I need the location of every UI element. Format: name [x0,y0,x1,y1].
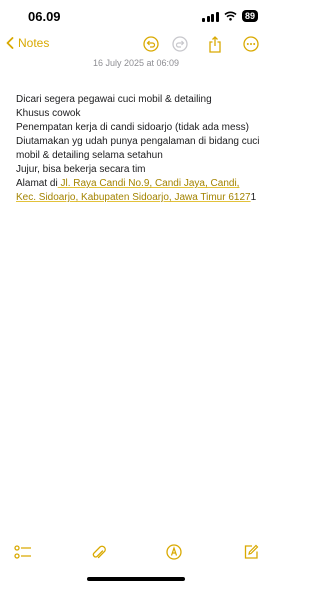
note-line: Khusus cowok [16,108,81,119]
status-time: 06.09 [28,9,61,24]
compose-icon[interactable] [243,544,259,560]
note-line: Dicari segera pegawai cuci mobil & detai… [16,94,212,105]
address-suffix: 1 [250,192,257,203]
address-line: Alamat di Jl. Raya Candi No.9, Candi Jay… [16,177,261,205]
wifi-icon [224,11,237,21]
note-body[interactable]: Dicari segera pegawai cuci mobil & detai… [16,93,261,205]
back-chevron-icon [6,37,14,49]
redo-icon[interactable] [172,36,188,52]
cellular-signal-icon [202,11,219,22]
note-line: Penempatan kerja di candi sidoarjo (tida… [16,122,249,133]
back-label: Notes [18,36,50,50]
home-indicator [87,577,185,581]
bottom-toolbar [0,544,272,566]
note-toolbar: Notes [0,34,272,56]
note-line: Jujur, bisa bekerja secara tim [16,164,146,175]
markup-icon[interactable] [166,544,182,560]
attachment-icon[interactable] [92,544,106,561]
note-line: Diutamakan yg udah punya pengalaman di b… [16,136,260,161]
back-button[interactable]: Notes [6,36,49,50]
battery-indicator: 89 [241,10,258,22]
address-prefix: Alamat di [16,178,58,189]
share-icon[interactable] [208,36,222,53]
status-icons: 89 [202,10,258,22]
status-bar: 06.09 89 [0,0,272,34]
undo-icon[interactable] [143,36,159,52]
checklist-icon[interactable] [14,544,32,560]
more-icon[interactable] [243,36,259,52]
note-date: 16 July 2025 at 06:09 [92,58,180,68]
